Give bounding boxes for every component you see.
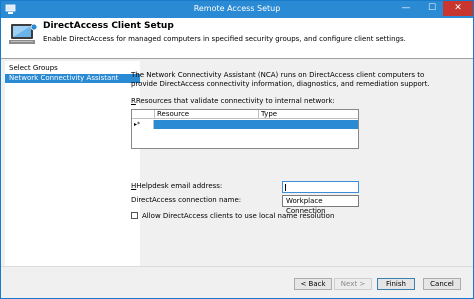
computer-network-icon [9, 23, 38, 44]
column-resource[interactable]: Resource [155, 110, 259, 119]
step-select-groups[interactable]: Select Groups [5, 64, 140, 73]
page-description: Enable DirectAccess for managed computer… [43, 35, 406, 43]
wizard-header: DirectAccess Client Setup Enable DirectA… [1, 18, 473, 61]
grid-header: Resource Type [132, 110, 358, 119]
local-name-resolution-checkbox[interactable] [131, 212, 138, 219]
cancel-button[interactable]: Cancel [423, 278, 461, 290]
back-button[interactable]: < Back [294, 278, 332, 290]
next-button[interactable]: Next > [334, 278, 372, 290]
wizard-step-list: Select Groups Network Connectivity Assis… [5, 61, 140, 266]
title-bar[interactable]: Remote Access Setup — ☐ ✕ [1, 1, 473, 18]
step-network-connectivity-assistant[interactable]: Network Connectivity Assistant [5, 74, 140, 83]
connection-name-label: DirectAccess connection name: [131, 196, 242, 204]
maximize-button[interactable]: ☐ [419, 1, 445, 16]
helpdesk-label-text: Helpdesk email address: [136, 182, 223, 190]
grid-new-row[interactable]: ▸* [132, 120, 358, 129]
finish-button[interactable]: Finish [377, 278, 415, 290]
minimize-button[interactable]: — [393, 1, 419, 16]
page-title: DirectAccess Client Setup [43, 21, 174, 31]
nca-intro-text: The Network Connectivity Assistant (NCA)… [131, 71, 430, 88]
close-button[interactable]: ✕ [443, 1, 473, 16]
local-name-resolution-label[interactable]: Allow DirectAccess clients to use local … [142, 212, 334, 220]
new-row-marker: ▸* [132, 120, 154, 129]
resources-label: RResources that validate connectivity to… [131, 97, 335, 105]
wizard-footer: < Back Next > Finish Cancel [1, 266, 473, 298]
text-caret [285, 184, 286, 191]
column-type[interactable]: Type [259, 110, 358, 119]
helpdesk-label: HHelpdesk email address: [131, 182, 223, 190]
resources-grid[interactable]: Resource Type ▸* [131, 109, 359, 149]
wizard-body: Select Groups Network Connectivity Assis… [1, 59, 473, 266]
connection-name-input[interactable]: Workplace Connection [282, 195, 359, 215]
resources-label-text: Resources that validate connectivity to … [135, 97, 335, 105]
grid-corner-cell [132, 110, 155, 119]
remote-access-setup-window: Remote Access Setup — ☐ ✕ DirectAccess C… [0, 0, 474, 299]
helpdesk-email-input[interactable] [282, 181, 359, 193]
